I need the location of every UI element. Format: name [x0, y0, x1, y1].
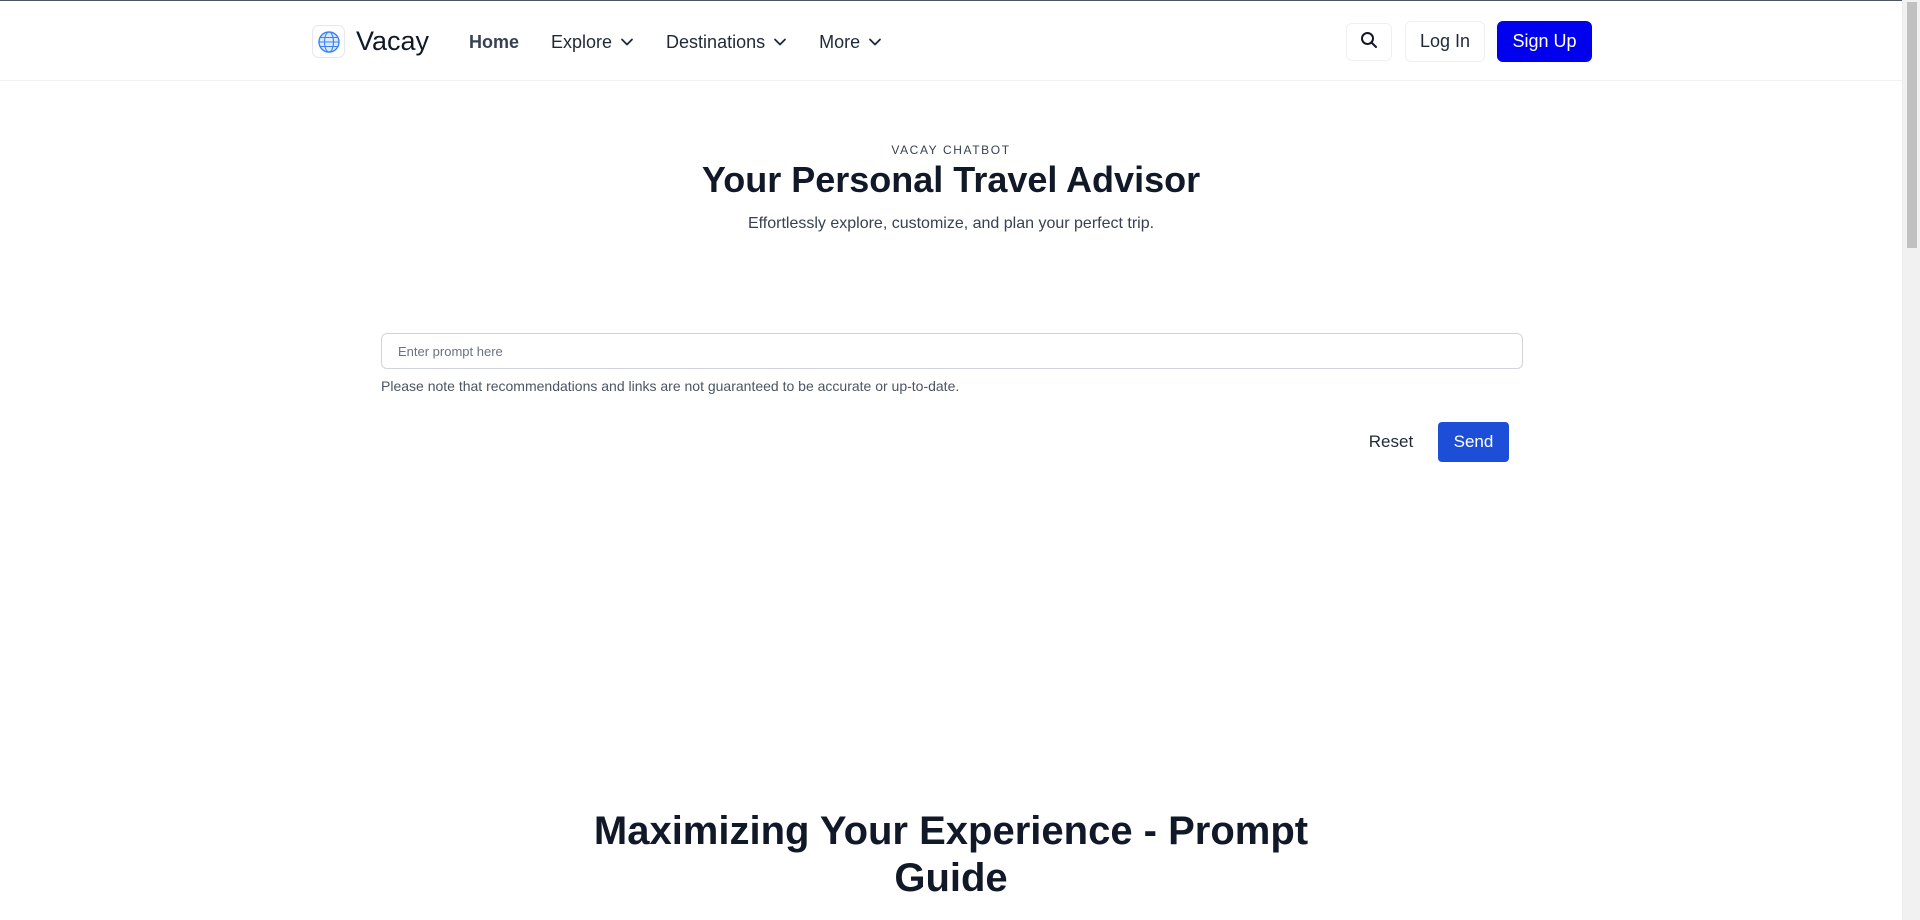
login-button[interactable]: Log In — [1405, 21, 1485, 62]
nav-item-label: Destinations — [666, 32, 766, 52]
send-button[interactable]: Send — [1438, 422, 1509, 462]
chevron-down-icon — [773, 37, 787, 47]
prompt-input[interactable] — [381, 333, 1523, 369]
prompt-guide-heading: Maximizing Your Experience - Prompt Guid… — [593, 809, 1309, 900]
page-subtitle: Effortlessly explore, customize, and pla… — [747, 215, 1155, 232]
section-eyebrow: VACAY CHATBOT — [891, 143, 1011, 157]
globe-logo-icon[interactable] — [312, 25, 345, 58]
nav-item-label: Explore — [551, 32, 613, 52]
nav-item-more[interactable]: More — [819, 30, 882, 54]
brand-name[interactable]: Vacay — [356, 24, 429, 58]
reset-button[interactable]: Reset — [1360, 422, 1422, 462]
nav-item-explore[interactable]: Explore — [551, 30, 634, 54]
page-scrollbar[interactable] — [1902, 0, 1920, 920]
scrollbar-thumb[interactable] — [1907, 2, 1917, 248]
nav-item-label: More — [819, 32, 861, 52]
main-nav: Home Explore Destinations More — [469, 30, 914, 54]
search-button[interactable] — [1346, 23, 1392, 61]
search-icon — [1360, 31, 1378, 54]
site-header: Vacay Home Explore Destinations More Log… — [0, 1, 1902, 81]
chevron-down-icon — [868, 37, 882, 47]
disclaimer-text: Please note that recommendations and lin… — [381, 378, 960, 394]
chevron-down-icon — [620, 37, 634, 47]
nav-item-home[interactable]: Home — [469, 30, 519, 54]
page-title: Your Personal Travel Advisor — [701, 159, 1201, 200]
signup-button[interactable]: Sign Up — [1497, 21, 1592, 62]
nav-item-destinations[interactable]: Destinations — [666, 30, 787, 54]
nav-item-label: Home — [469, 32, 520, 52]
